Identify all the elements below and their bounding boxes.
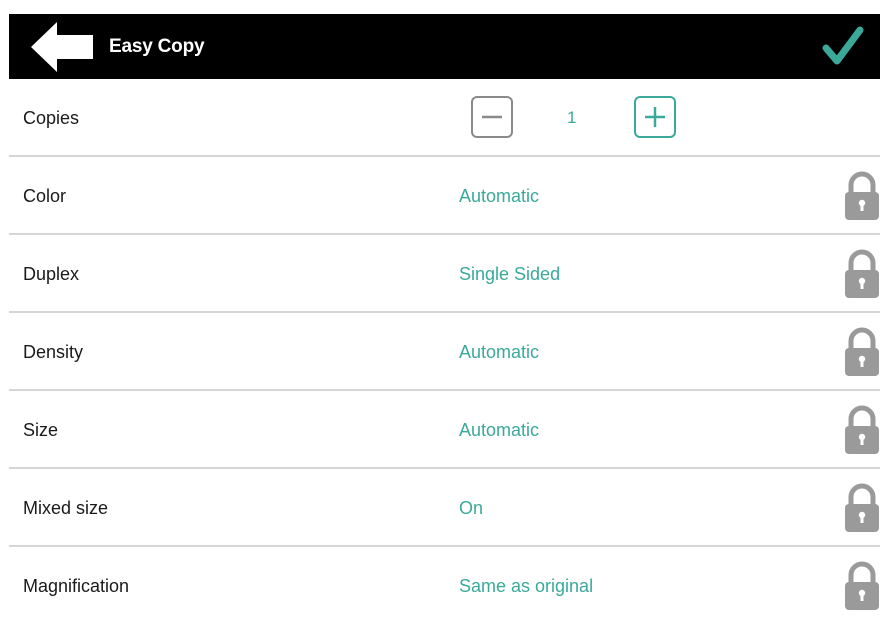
easy-copy-screen: Easy Copy Copies 1 Color Automatic Duple… xyxy=(0,0,880,617)
lock-icon xyxy=(843,561,880,611)
page-title: Easy Copy xyxy=(109,36,205,57)
duplex-value: Single Sided xyxy=(459,264,561,284)
size-row[interactable]: Size Automatic xyxy=(9,391,880,469)
duplex-label: Duplex xyxy=(23,264,80,284)
settings-list: Copies 1 Color Automatic Duplex Single S… xyxy=(9,79,880,617)
mixed-size-label: Mixed size xyxy=(23,498,109,518)
color-row[interactable]: Color Automatic xyxy=(9,157,880,235)
color-value: Automatic xyxy=(459,186,540,206)
magnification-label: Magnification xyxy=(23,576,130,596)
color-label: Color xyxy=(23,186,67,206)
back-arrow-icon xyxy=(31,22,93,72)
lock-icon xyxy=(843,249,880,299)
magnification-row[interactable]: Magnification Same as original xyxy=(9,547,880,617)
density-row[interactable]: Density Automatic xyxy=(9,313,880,391)
density-label: Density xyxy=(23,342,84,362)
density-value: Automatic xyxy=(459,342,540,362)
mixed-size-row[interactable]: Mixed size On xyxy=(9,469,880,547)
size-label: Size xyxy=(23,420,59,440)
mixed-size-value: On xyxy=(459,498,484,518)
lock-icon xyxy=(843,327,880,377)
copies-row: Copies 1 xyxy=(9,79,880,157)
header-bar: Easy Copy xyxy=(9,14,880,79)
checkmark-icon xyxy=(822,26,864,65)
plus-icon xyxy=(645,107,665,127)
decrement-button[interactable] xyxy=(471,96,513,138)
lock-icon xyxy=(843,171,880,221)
magnification-value: Same as original xyxy=(459,576,594,596)
back-button[interactable] xyxy=(31,22,93,72)
copies-label: Copies xyxy=(23,108,80,128)
duplex-row[interactable]: Duplex Single Sided xyxy=(9,235,880,313)
lock-icon xyxy=(843,405,880,455)
minus-icon xyxy=(482,115,502,119)
size-value: Automatic xyxy=(459,420,540,440)
copies-value: 1 xyxy=(567,108,577,127)
lock-icon xyxy=(843,483,880,533)
confirm-button[interactable] xyxy=(822,26,864,68)
increment-button[interactable] xyxy=(634,96,676,138)
